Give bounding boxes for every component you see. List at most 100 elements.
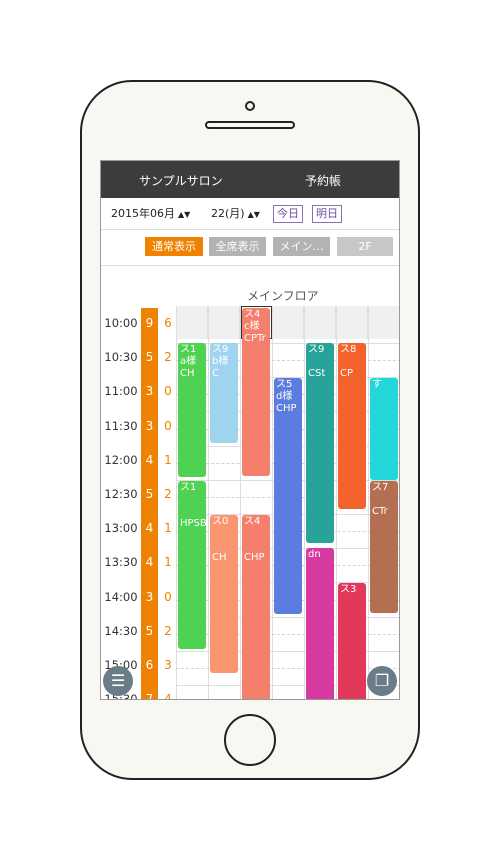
appointment-text: ス0 (212, 516, 229, 527)
count-bar (141, 308, 158, 699)
page-title: 予約帳 (305, 174, 342, 188)
salon-name: サンプルサロン (139, 174, 223, 188)
appointment-text (212, 540, 236, 552)
column-header (273, 306, 304, 339)
all-seats-button[interactable]: 全席表示 (209, 237, 266, 256)
time-label: 12:00 (104, 452, 138, 467)
time-label: 10:00 (104, 316, 138, 330)
appointment-text: HPSB (180, 518, 206, 529)
appointment-block[interactable]: ス7 CTr (370, 481, 398, 613)
appointment-text: ス9 (212, 344, 229, 355)
tomorrow-button[interactable]: 明日 (312, 205, 342, 223)
appointment-text: ス4 (244, 309, 261, 320)
appointment-block[interactable]: す (370, 378, 398, 480)
available-count: 4 (145, 555, 154, 570)
day-select[interactable]: 22(月) ▲▼ (211, 205, 260, 223)
appointment-text: dn (308, 549, 321, 560)
home-button (224, 714, 276, 766)
today-button[interactable]: 今日 (273, 205, 303, 223)
available-count: 5 (145, 623, 154, 638)
appointment-text: ス1 (180, 482, 197, 493)
appointment-block[interactable]: ス1 HPSB (178, 481, 206, 649)
appointment-text: b様 (212, 356, 229, 367)
remaining-count: 2 (164, 350, 172, 365)
date-selector-row: 2015年06月 ▲▼ 22(月) ▲▼ 今日 明日 (101, 205, 399, 223)
grid-line (336, 306, 337, 699)
remaining-count: 1 (164, 452, 172, 467)
appointment-block[interactable]: ス0 CH (210, 515, 238, 673)
appointment-text (372, 494, 396, 506)
select-arrow-icon: ▲▼ (247, 210, 260, 219)
available-count: 4 (145, 452, 154, 467)
main-floor-button[interactable]: メイン… (273, 237, 330, 256)
available-count: 6 (145, 658, 154, 672)
appointment-text (180, 506, 204, 518)
phone-speaker (205, 121, 295, 129)
appointment-text: CP (340, 368, 354, 379)
appointment-text: ス5 (276, 379, 293, 390)
time-label: 11:30 (104, 418, 138, 433)
appointment-block[interactable]: ス3 (338, 583, 366, 699)
appointment-text: ス7 (372, 482, 389, 493)
available-count: 5 (145, 487, 154, 501)
appointment-block[interactable]: ス1 a様 CH (178, 343, 206, 477)
appointment-text: ス8 (340, 344, 357, 355)
remaining-count: 2 (164, 623, 172, 638)
hamburger-menu-icon: ☰ (110, 671, 126, 690)
appointment-block[interactable]: ス9 CSt (306, 343, 334, 543)
grid-line (240, 306, 241, 699)
appointment-text: ス3 (340, 584, 357, 595)
grid-line (368, 306, 369, 699)
appointment-block[interactable]: dn (306, 548, 334, 699)
grid-line (176, 306, 177, 699)
menu-button[interactable]: ☰ (103, 666, 133, 696)
schedule-grid: ス1 a様 CH ス9 b様 C ス4 c様 CPTr ス5 d様 CHP ス9 CSt ス8 CP すス1… (176, 306, 399, 699)
appointment-text (180, 494, 204, 506)
appointment-block[interactable]: ス5 d様 CHP (274, 378, 302, 614)
copy-icon: ❐ (374, 671, 390, 690)
remaining-count: 3 (164, 658, 172, 672)
floor-title: メインフロア (247, 289, 319, 303)
copy-button[interactable]: ❐ (367, 666, 397, 696)
appointment-text: CH (212, 552, 227, 563)
column-header (369, 306, 399, 339)
app-screen: サンプルサロン 予約帳 2015年06月 ▲▼ 22(月) ▲▼ 今日 明日 通常表… (100, 160, 400, 700)
remaining-count: 0 (164, 418, 172, 433)
appointment-text: CHP (244, 552, 265, 563)
appointment-text: ス9 (308, 344, 325, 355)
appointment-block[interactable]: ス4 c様 CPTr (242, 308, 270, 476)
available-count: 9 (145, 316, 154, 330)
appointment-text: CH (180, 368, 195, 379)
phone-camera (245, 101, 255, 111)
floor-2f-button[interactable]: 2F (337, 237, 393, 256)
time-label: 13:00 (104, 521, 138, 536)
appointment-text: CTr (372, 506, 388, 517)
appointment-text: c様 (244, 321, 260, 332)
appointment-text: CSt (308, 368, 326, 379)
month-select[interactable]: 2015年06月 ▲▼ (111, 205, 190, 223)
column-header (337, 306, 368, 339)
appointment-block[interactable]: ス8 CP (338, 343, 366, 509)
available-count: 7 (145, 692, 154, 700)
appointment-text: ス1 (180, 344, 197, 355)
appointment-text: CPTr (244, 333, 266, 344)
remaining-count: 1 (164, 555, 172, 570)
divider (101, 265, 399, 266)
grid-line (208, 306, 209, 699)
remaining-count: 1 (164, 521, 172, 536)
normal-view-button[interactable]: 通常表示 (145, 237, 203, 256)
column-header (305, 306, 336, 339)
appointment-block[interactable]: ス4 CHP (242, 515, 270, 699)
available-count: 4 (145, 521, 154, 536)
available-count: 5 (145, 350, 154, 365)
divider (101, 229, 399, 230)
appointment-text (212, 528, 236, 540)
appointment-text (340, 356, 364, 368)
time-label: 10:30 (104, 350, 138, 365)
grid-line (304, 306, 305, 699)
appointment-text: d様 (276, 391, 293, 402)
time-label: 14:00 (104, 589, 138, 604)
remaining-count: 0 (164, 384, 172, 399)
select-arrow-icon: ▲▼ (178, 210, 191, 219)
appointment-block[interactable]: ス9 b様 C (210, 343, 238, 443)
